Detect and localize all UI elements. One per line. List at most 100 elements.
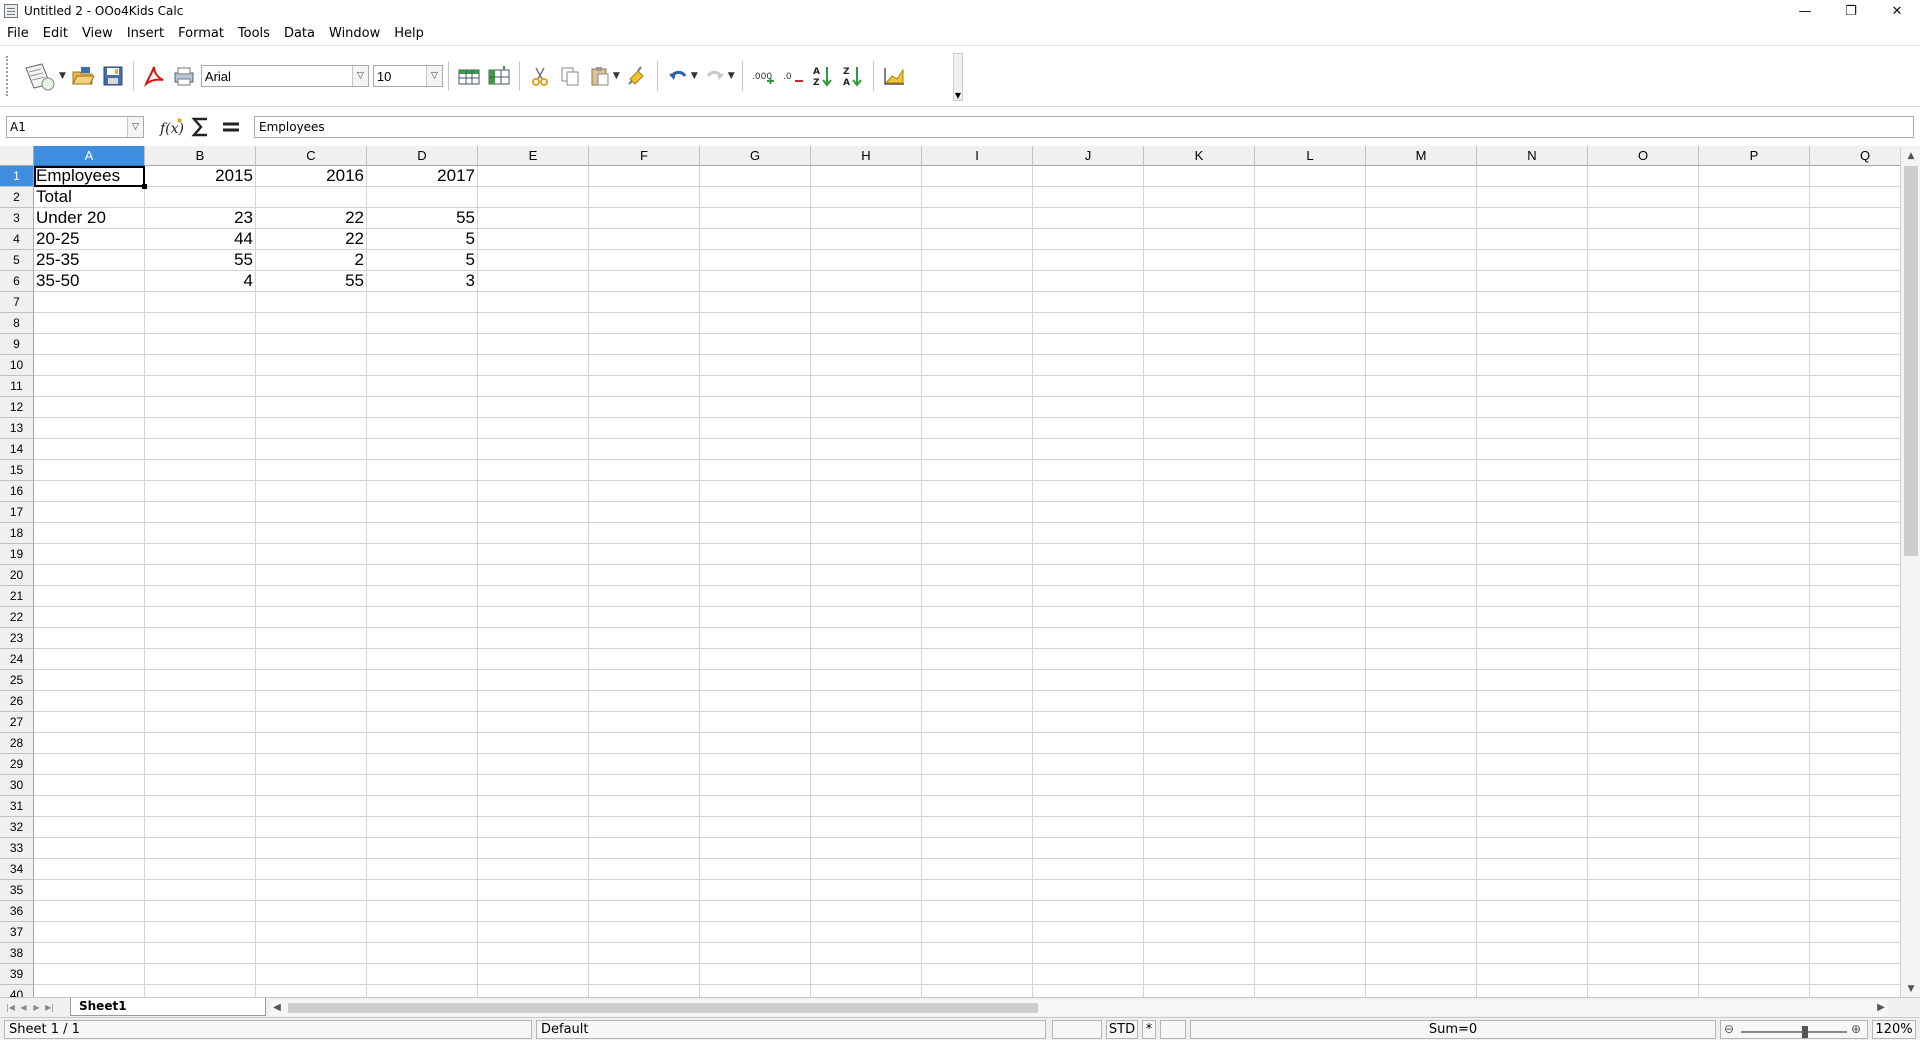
cell-g23[interactable] bbox=[700, 628, 811, 649]
cell-d19[interactable] bbox=[367, 544, 478, 565]
cell-c4[interactable]: 22 bbox=[256, 229, 367, 250]
cell-g30[interactable] bbox=[700, 775, 811, 796]
cell-p12[interactable] bbox=[1699, 397, 1810, 418]
cell-f25[interactable] bbox=[589, 670, 700, 691]
cell-f28[interactable] bbox=[589, 733, 700, 754]
cell-o20[interactable] bbox=[1588, 565, 1699, 586]
cell-e8[interactable] bbox=[478, 313, 589, 334]
cell-c30[interactable] bbox=[256, 775, 367, 796]
cell-d1[interactable]: 2017 bbox=[367, 166, 478, 187]
cell-g16[interactable] bbox=[700, 481, 811, 502]
redo-icon[interactable] bbox=[702, 62, 728, 90]
cell-p40[interactable] bbox=[1699, 985, 1810, 997]
cell-f21[interactable] bbox=[589, 586, 700, 607]
cell-n36[interactable] bbox=[1477, 901, 1588, 922]
cell-b32[interactable] bbox=[145, 817, 256, 838]
cell-l10[interactable] bbox=[1255, 355, 1366, 376]
cell-l31[interactable] bbox=[1255, 796, 1366, 817]
cell-c16[interactable] bbox=[256, 481, 367, 502]
menu-tools[interactable]: Tools bbox=[231, 22, 277, 46]
undo-dropdown-icon[interactable]: ▼ bbox=[691, 71, 698, 81]
cell-a8[interactable] bbox=[34, 313, 145, 334]
cell-g24[interactable] bbox=[700, 649, 811, 670]
formula-input[interactable]: Employees bbox=[254, 116, 1914, 138]
paste-icon[interactable] bbox=[587, 62, 613, 90]
cell-k20[interactable] bbox=[1144, 565, 1255, 586]
cell-g21[interactable] bbox=[700, 586, 811, 607]
cell-h35[interactable] bbox=[811, 880, 922, 901]
cell-d36[interactable] bbox=[367, 901, 478, 922]
cell-p27[interactable] bbox=[1699, 712, 1810, 733]
cell-g2[interactable] bbox=[700, 187, 811, 208]
row-header[interactable]: 40 bbox=[0, 985, 34, 997]
cell-k32[interactable] bbox=[1144, 817, 1255, 838]
cell-e37[interactable] bbox=[478, 922, 589, 943]
row-header[interactable]: 2 bbox=[0, 187, 34, 208]
cell-m15[interactable] bbox=[1366, 460, 1477, 481]
cell-e38[interactable] bbox=[478, 943, 589, 964]
minimize-button[interactable]: — bbox=[1782, 0, 1828, 22]
zoom-out-icon[interactable]: ⊖ bbox=[1724, 1021, 1734, 1038]
cell-b9[interactable] bbox=[145, 334, 256, 355]
cell-j8[interactable] bbox=[1033, 313, 1144, 334]
cell-o28[interactable] bbox=[1588, 733, 1699, 754]
cell-m38[interactable] bbox=[1366, 943, 1477, 964]
menu-file[interactable]: File bbox=[0, 22, 36, 46]
cell-m25[interactable] bbox=[1366, 670, 1477, 691]
menu-edit[interactable]: Edit bbox=[36, 22, 75, 46]
cell-d40[interactable] bbox=[367, 985, 478, 997]
row-header[interactable]: 32 bbox=[0, 817, 34, 838]
cell-l20[interactable] bbox=[1255, 565, 1366, 586]
cell-n16[interactable] bbox=[1477, 481, 1588, 502]
cell-i35[interactable] bbox=[922, 880, 1033, 901]
cell-b25[interactable] bbox=[145, 670, 256, 691]
cell-a28[interactable] bbox=[34, 733, 145, 754]
cell-l15[interactable] bbox=[1255, 460, 1366, 481]
cell-p1[interactable] bbox=[1699, 166, 1810, 187]
cell-l22[interactable] bbox=[1255, 607, 1366, 628]
cell-n25[interactable] bbox=[1477, 670, 1588, 691]
cell-a3[interactable]: Under 20 bbox=[34, 208, 145, 229]
cell-l5[interactable] bbox=[1255, 250, 1366, 271]
cell-i11[interactable] bbox=[922, 376, 1033, 397]
cell-j5[interactable] bbox=[1033, 250, 1144, 271]
cell-n22[interactable] bbox=[1477, 607, 1588, 628]
selection-mode[interactable]: STD bbox=[1106, 1020, 1138, 1039]
cell-m20[interactable] bbox=[1366, 565, 1477, 586]
cell-j37[interactable] bbox=[1033, 922, 1144, 943]
cell-c13[interactable] bbox=[256, 418, 367, 439]
cell-m21[interactable] bbox=[1366, 586, 1477, 607]
column-header-o[interactable]: O bbox=[1588, 146, 1699, 166]
cell-l6[interactable] bbox=[1255, 271, 1366, 292]
cell-m5[interactable] bbox=[1366, 250, 1477, 271]
cell-j23[interactable] bbox=[1033, 628, 1144, 649]
cell-d32[interactable] bbox=[367, 817, 478, 838]
row-header[interactable]: 23 bbox=[0, 628, 34, 649]
cell-k38[interactable] bbox=[1144, 943, 1255, 964]
page-style[interactable]: Default bbox=[536, 1020, 1046, 1039]
cell-e2[interactable] bbox=[478, 187, 589, 208]
cell-m24[interactable] bbox=[1366, 649, 1477, 670]
cell-o33[interactable] bbox=[1588, 838, 1699, 859]
cell-c7[interactable] bbox=[256, 292, 367, 313]
cell-m40[interactable] bbox=[1366, 985, 1477, 997]
cell-d4[interactable]: 5 bbox=[367, 229, 478, 250]
cell-g19[interactable] bbox=[700, 544, 811, 565]
cell-o13[interactable] bbox=[1588, 418, 1699, 439]
cell-n29[interactable] bbox=[1477, 754, 1588, 775]
cell-j17[interactable] bbox=[1033, 502, 1144, 523]
cell-i23[interactable] bbox=[922, 628, 1033, 649]
cell-p13[interactable] bbox=[1699, 418, 1810, 439]
cell-m36[interactable] bbox=[1366, 901, 1477, 922]
cell-c38[interactable] bbox=[256, 943, 367, 964]
cell-c23[interactable] bbox=[256, 628, 367, 649]
row-header[interactable]: 11 bbox=[0, 376, 34, 397]
cell-p29[interactable] bbox=[1699, 754, 1810, 775]
cell-n15[interactable] bbox=[1477, 460, 1588, 481]
cell-o36[interactable] bbox=[1588, 901, 1699, 922]
copy-icon[interactable] bbox=[557, 62, 583, 90]
cell-f5[interactable] bbox=[589, 250, 700, 271]
cell-o12[interactable] bbox=[1588, 397, 1699, 418]
cell-p26[interactable] bbox=[1699, 691, 1810, 712]
cell-p2[interactable] bbox=[1699, 187, 1810, 208]
